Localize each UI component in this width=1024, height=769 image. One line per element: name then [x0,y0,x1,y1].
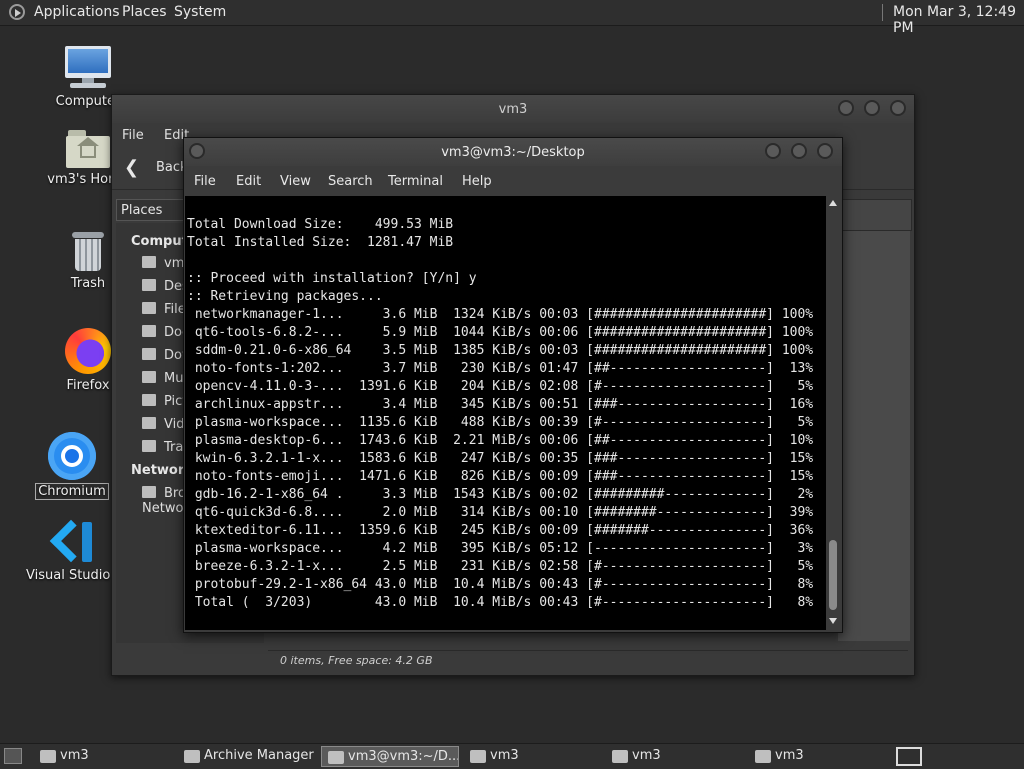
home-icon [142,256,156,268]
close-button[interactable] [817,143,833,159]
scroll-up-arrow-icon[interactable] [829,200,837,206]
taskbar-item-active[interactable]: vm3@vm3:~/D... [321,746,459,767]
taskbar-item[interactable]: Archive Manager [178,746,316,767]
terminal-line: protobuf-29.2-1-x86_64 43.0 MiB 10.4 MiB… [187,577,814,592]
desktop-icon-vscode[interactable]: Visual Studio Code [26,519,122,583]
terminal-line: Total Installed Size: 1281.47 MiB [187,235,454,250]
distro-logo-icon[interactable] [9,4,25,20]
desktop-icon-chromium[interactable]: Chromium [24,432,120,500]
drive-icon [142,302,156,314]
window-title: vm3 [498,102,528,117]
window-title: vm3@vm3:~/Desktop [441,145,585,160]
folder-icon [142,371,156,383]
chromium-icon [48,432,96,480]
folder-icon [142,325,156,337]
taskbar-item[interactable]: vm3 [464,746,602,767]
minimize-button[interactable] [765,143,781,159]
applications-menu[interactable]: Applications [34,4,120,20]
taskbar-item-label: vm3 [490,748,519,763]
vscode-icon [49,519,96,564]
desktop-icon-label: Chromium [24,483,120,500]
status-bar: 0 items, Free space: 4.2 GB [268,650,908,673]
taskbar-item[interactable]: vm3 [606,746,744,767]
folder-icon [142,394,156,406]
maximize-button[interactable] [864,100,880,116]
taskbar-item[interactable]: vm3 [749,746,887,767]
terminal-line: Total ( 3/203) 43.0 MiB 10.4 MiB/s 00:43… [187,595,814,610]
back-arrow-icon[interactable]: ❮ [124,159,142,177]
terminal-line: plasma-desktop-6... 1743.6 KiB 2.21 MiB/… [187,433,814,448]
terminal-line: plasma-workspace... 1135.6 KiB 488 KiB/s… [187,415,814,430]
maximize-button[interactable] [791,143,807,159]
menu-view[interactable]: View [280,174,311,189]
minimize-button[interactable] [838,100,854,116]
terminal-line: qt6-tools-6.8.2-... 5.9 MiB 1044 KiB/s 0… [187,325,814,340]
menu-file[interactable]: File [122,128,144,143]
menubar: File Edit View Search Terminal Help [184,166,842,196]
trash-icon [142,440,156,452]
terminal-line: networkmanager-1... 3.6 MiB 1324 KiB/s 0… [187,307,814,322]
terminal-line: noto-fonts-1:202... 3.7 MiB 230 KiB/s 01… [187,361,814,376]
terminal-line: Total Download Size: 499.53 MiB [187,217,454,232]
folder-icon [142,417,156,429]
terminal-line: noto-fonts-emoji... 1471.6 KiB 826 KiB/s… [187,469,814,484]
terminal-line: :: Retrieving packages... [187,289,383,304]
menu-edit[interactable]: Edit [236,174,261,189]
column-header [838,199,912,231]
file-view[interactable] [838,231,910,641]
show-desktop-icon[interactable] [4,748,22,764]
menu-terminal[interactable]: Terminal [388,174,443,189]
taskbar-item-label: Archive Manager [204,748,314,763]
terminal-line: sddm-0.21.0-6-x86_64 3.5 MiB 1385 KiB/s … [187,343,814,358]
menu-help[interactable]: Help [462,174,492,189]
taskbar-item[interactable]: vm3 [34,746,172,767]
workspace-switcher[interactable] [896,747,922,766]
terminal-window[interactable]: vm3@vm3:~/Desktop File Edit View Search … [183,137,843,633]
close-button[interactable] [890,100,906,116]
menu-search[interactable]: Search [328,174,373,189]
places-label: Places [121,203,163,218]
folder-icon [142,348,156,360]
terminal-line: qt6-quick3d-6.8.... 2.0 MiB 314 KiB/s 00… [187,505,814,520]
terminal-line: :: Proceed with installation? [Y/n] y [187,271,477,286]
computer-icon [64,46,112,90]
taskbar-item-label: vm3 [632,748,661,763]
window-titlebar[interactable]: vm3 [112,95,914,123]
places-menu[interactable]: Places [122,4,167,20]
firefox-icon [65,328,111,374]
taskbar-item-label: vm3@vm3:~/D... [348,749,458,764]
terminal-line: ktexteditor-6.11... 1359.6 KiB 245 KiB/s… [187,523,814,538]
terminal-output[interactable]: Total Download Size: 499.53 MiB Total In… [185,196,826,630]
desktop-icon-label: Visual Studio Code [26,568,122,583]
terminal-line: opencv-4.11.0-3-... 1391.6 KiB 204 KiB/s… [187,379,814,394]
bottom-panel: vm3 Archive Manager vm3@vm3:~/D... vm3 v… [0,743,1024,769]
menu-file[interactable]: File [194,174,216,189]
system-menu[interactable]: System [174,4,226,20]
folder-icon [40,750,56,763]
status-text: 0 items, Free space: 4.2 GB [280,654,433,667]
folder-icon [612,750,628,763]
taskbar-item-label: vm3 [775,748,804,763]
terminal-line: gdb-16.2-1-x86_64 . 3.3 MiB 1543 KiB/s 0… [187,487,814,502]
folder-icon [470,750,486,763]
terminal-line: kwin-6.3.2.1-1-x... 1583.6 KiB 247 KiB/s… [187,451,814,466]
panel-separator [882,4,883,21]
taskbar-item-label: vm3 [60,748,89,763]
home-folder-icon [66,128,110,168]
terminal-line: plasma-workspace... 4.2 MiB 395 KiB/s 05… [187,541,814,556]
network-icon [142,486,156,498]
scroll-thumb[interactable] [829,540,837,610]
scroll-down-arrow-icon[interactable] [829,618,837,624]
clock[interactable]: Mon Mar 3, 12:49 PM [893,4,1024,36]
window-titlebar[interactable]: vm3@vm3:~/Desktop [184,138,842,166]
trash-icon [69,230,107,272]
desktop-icon [142,279,156,291]
terminal-icon [328,751,344,764]
top-panel: Applications Places System Mon Mar 3, 12… [0,0,1024,36]
archive-icon [184,750,200,763]
terminal-scrollbar[interactable] [826,196,840,630]
terminal-line: archlinux-appstr... 3.4 MiB 345 KiB/s 00… [187,397,814,412]
folder-icon [755,750,771,763]
terminal-line: breeze-6.3.2-1-x... 2.5 MiB 231 KiB/s 02… [187,559,814,574]
